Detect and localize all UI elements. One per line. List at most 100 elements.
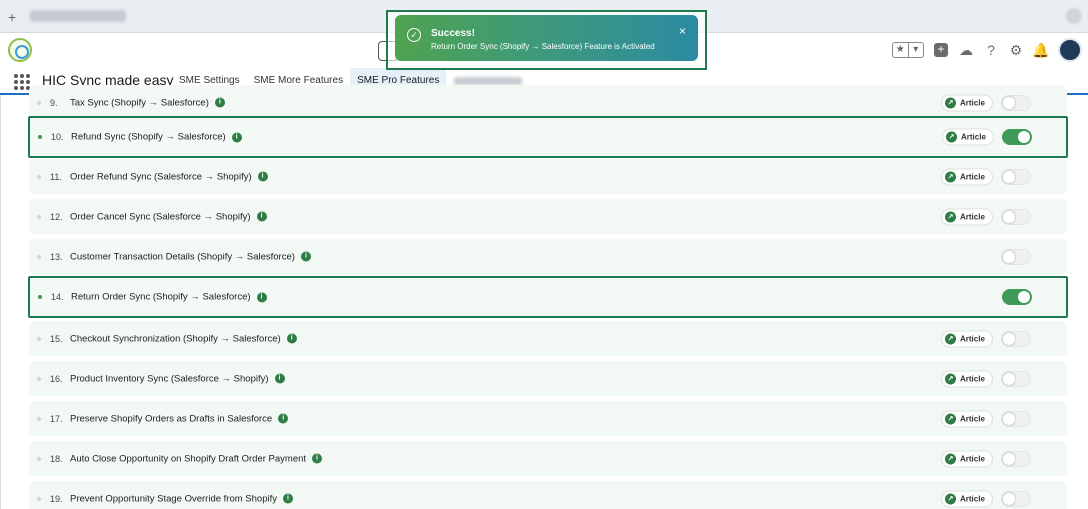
- bullet-dot: [37, 214, 41, 219]
- info-icon[interactable]: i: [300, 251, 311, 262]
- feature-label: Order Cancel Sync (Salesforce → Shopify)…: [70, 211, 267, 222]
- feature-toggle[interactable]: [1001, 248, 1031, 265]
- toast-message: Return Order Sync (Shopify → Salesforce)…: [431, 42, 655, 51]
- favorites-button[interactable]: ★ ▾: [892, 42, 924, 58]
- feature-number: 16.: [50, 373, 63, 384]
- article-button[interactable]: ↗ Article: [941, 168, 993, 185]
- info-icon[interactable]: i: [231, 132, 242, 142]
- external-link-icon: ↗: [945, 97, 956, 108]
- bell-icon[interactable]: 🔔: [1032, 42, 1049, 58]
- external-link-icon: ↗: [945, 171, 956, 182]
- article-button[interactable]: ↗ Article: [941, 490, 993, 507]
- feature-row: 11. Order Refund Sync (Salesforce → Shopi…: [29, 159, 1067, 194]
- article-button[interactable]: ↗ Article: [941, 330, 993, 347]
- new-tab-icon[interactable]: +: [8, 9, 16, 25]
- info-icon[interactable]: i: [274, 373, 285, 384]
- feature-name: Tax Sync (Shopify → Salesforce): [70, 97, 209, 108]
- feature-row: 12. Order Cancel Sync (Salesforce → Shopi…: [29, 199, 1067, 234]
- success-check-icon: ✓: [407, 28, 421, 42]
- feature-name: Refund Sync (Shopify → Salesforce): [71, 131, 226, 143]
- article-label: Article: [960, 334, 985, 343]
- feature-toggle[interactable]: [1002, 129, 1032, 145]
- bullet-dot: [37, 376, 41, 381]
- app-logo[interactable]: [8, 38, 32, 62]
- external-link-icon: ↗: [945, 211, 956, 222]
- feature-label: Prevent Opportunity Stage Override from …: [70, 493, 293, 504]
- star-icon[interactable]: ★: [893, 43, 908, 57]
- article-button[interactable]: ↗ Article: [941, 94, 993, 111]
- feature-label: Refund Sync (Shopify → Salesforce) i: [71, 132, 242, 143]
- feature-toggle[interactable]: [1001, 208, 1031, 225]
- article-label: Article: [960, 212, 985, 221]
- feature-toggle[interactable]: [1001, 370, 1031, 387]
- feature-row: 19. Prevent Opportunity Stage Override fr…: [29, 481, 1067, 509]
- feature-row: 14. Return Order Sync (Shopify → Salesfor…: [28, 276, 1068, 318]
- info-icon[interactable]: i: [286, 333, 297, 344]
- external-link-icon: ↗: [946, 131, 957, 143]
- bullet-dot: [37, 336, 41, 341]
- article-label: Article: [960, 494, 985, 503]
- bullet-dot: [37, 100, 41, 105]
- browser-tab-blurred[interactable]: [30, 10, 126, 22]
- info-icon[interactable]: i: [257, 171, 268, 182]
- feature-name: Auto Close Opportunity on Shopify Draft …: [70, 453, 307, 464]
- feature-label: Order Refund Sync (Salesforce → Shopify)…: [70, 171, 268, 182]
- external-link-icon: ↗: [945, 453, 956, 464]
- external-link-icon: ↗: [945, 373, 956, 384]
- article-label: Article: [960, 374, 985, 383]
- feature-toggle[interactable]: [1001, 450, 1031, 467]
- feature-number: 9.: [50, 97, 58, 108]
- feature-toggle[interactable]: [1001, 490, 1031, 507]
- bullet-dot: [37, 496, 41, 501]
- feature-number: 17.: [50, 413, 63, 424]
- feature-name: Customer Transaction Details (Shopify → …: [70, 251, 295, 262]
- feature-name: Return Order Sync (Shopify → Salesforce): [71, 291, 251, 303]
- article-button[interactable]: ↗ Article: [942, 128, 994, 146]
- close-icon[interactable]: ×: [679, 25, 686, 37]
- feature-toggle[interactable]: [1001, 94, 1031, 111]
- gear-icon[interactable]: ⚙: [1008, 42, 1024, 58]
- article-button[interactable]: ↗ Article: [941, 370, 993, 387]
- feature-label: Auto Close Opportunity on Shopify Draft …: [70, 453, 323, 464]
- feature-number: 18.: [50, 453, 63, 464]
- feature-toggle[interactable]: [1001, 168, 1031, 185]
- feature-number: 14.: [51, 292, 64, 302]
- article-button[interactable]: ↗ Article: [941, 450, 993, 467]
- app-launcher-icon[interactable]: [14, 74, 30, 90]
- article-label: Article: [961, 132, 986, 142]
- feature-number: 10.: [51, 132, 64, 142]
- info-icon[interactable]: i: [312, 453, 323, 464]
- trailhead-icon[interactable]: ☁: [958, 42, 974, 58]
- plus-square-icon[interactable]: +: [933, 42, 949, 58]
- bullet-dot: [38, 135, 42, 139]
- chevron-down-icon[interactable]: ▾: [907, 43, 924, 57]
- feature-name: Checkout Synchronization (Shopify → Sale…: [70, 333, 281, 344]
- article-button[interactable]: ↗ Article: [941, 208, 993, 225]
- toast-title: Success!: [431, 28, 475, 39]
- feature-label: Return Order Sync (Shopify → Salesforce)…: [71, 292, 267, 303]
- feature-row: 16. Product Inventory Sync (Salesforce → …: [29, 361, 1067, 396]
- info-icon[interactable]: i: [256, 211, 267, 222]
- feature-row: 10. Refund Sync (Shopify → Salesforce) i ↗ A…: [28, 116, 1068, 158]
- feature-toggle[interactable]: [1002, 289, 1032, 305]
- info-icon[interactable]: i: [256, 292, 267, 302]
- browser-menu-icon[interactable]: [1066, 8, 1082, 24]
- info-icon[interactable]: i: [214, 97, 225, 108]
- success-toast: ✓ Success! Return Order Sync (Shopify → …: [395, 15, 698, 61]
- help-icon[interactable]: ?: [983, 42, 999, 58]
- avatar[interactable]: [1058, 38, 1082, 62]
- external-link-icon: ↗: [945, 413, 956, 424]
- feature-toggle[interactable]: [1001, 330, 1031, 347]
- feature-number: 13.: [50, 251, 63, 262]
- article-label: Article: [960, 172, 985, 181]
- article-button[interactable]: ↗ Article: [941, 410, 993, 427]
- feature-toggle[interactable]: [1001, 410, 1031, 427]
- info-icon[interactable]: i: [278, 413, 289, 424]
- feature-row: 17. Preserve Shopify Orders as Drafts in …: [29, 401, 1067, 436]
- feature-number: 15.: [50, 333, 63, 344]
- bullet-dot: [37, 174, 41, 179]
- feature-label: Preserve Shopify Orders as Drafts in Sal…: [70, 413, 289, 424]
- info-icon[interactable]: i: [283, 493, 293, 504]
- feature-row: 13. Customer Transaction Details (Shopify…: [29, 239, 1067, 274]
- header-utility-icons: ★ ▾ + ☁ ? ⚙ 🔔: [892, 38, 1082, 62]
